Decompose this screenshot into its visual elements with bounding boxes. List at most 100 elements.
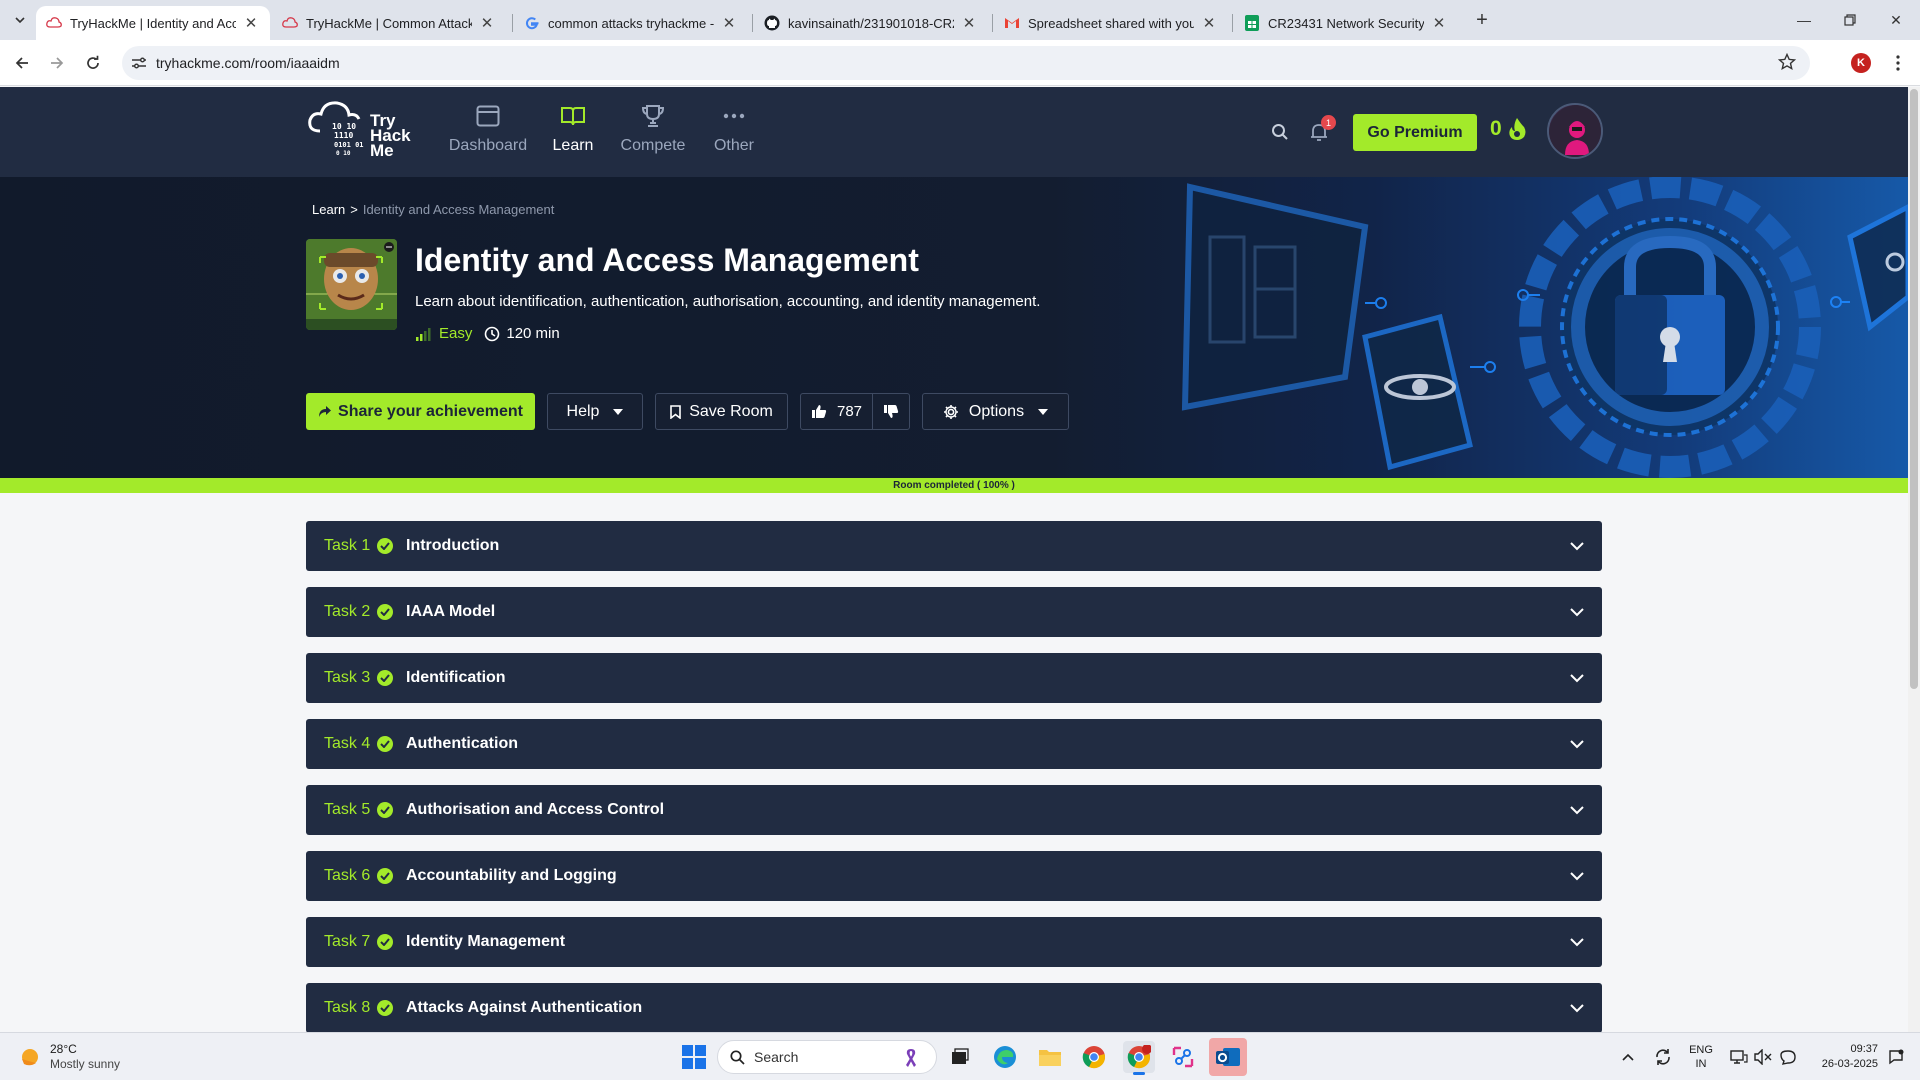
restore-icon[interactable] <box>1838 8 1862 32</box>
share-achievement-button[interactable]: Share your achievement <box>306 393 535 430</box>
browser-tab-5[interactable]: Spreadsheet shared with you: " ✕ <box>994 6 1228 40</box>
tryhackme-icon <box>46 15 62 31</box>
sheets-icon <box>1244 15 1260 31</box>
chevron-down-icon[interactable] <box>1568 735 1586 753</box>
browser-tab-4[interactable]: kavinsainath/231901018-CR234 ✕ <box>754 6 988 40</box>
upvote-button[interactable]: 787 <box>801 394 873 429</box>
edge-browser-icon[interactable] <box>989 1041 1021 1073</box>
nav-label: Learn <box>552 137 594 154</box>
close-window-icon[interactable]: ✕ <box>1884 8 1908 32</box>
tryhackme-icon <box>282 15 298 31</box>
go-premium-button[interactable]: Go Premium <box>1353 114 1477 151</box>
url-text: tryhackme.com/room/iaaaidm <box>156 55 340 71</box>
chrome-icon[interactable] <box>1078 1041 1110 1073</box>
chevron-down-icon[interactable] <box>1568 999 1586 1017</box>
task-row[interactable]: Task 7 Identity Management <box>306 917 1602 967</box>
battery-icon[interactable] <box>1777 1033 1799 1080</box>
windows-start-icon[interactable] <box>682 1045 706 1069</box>
search-icon[interactable] <box>1265 117 1295 147</box>
trophy-icon <box>608 101 698 131</box>
system-clock[interactable]: 09:37 26-03-2025 <box>1808 1042 1878 1072</box>
weather-condition: Mostly sunny <box>50 1057 121 1071</box>
nav-other[interactable]: Other <box>689 101 779 155</box>
breadcrumb-learn-link[interactable]: Learn <box>312 202 345 217</box>
nav-dashboard[interactable]: Dashboard <box>443 101 533 155</box>
svg-text:0 10: 0 10 <box>336 150 351 157</box>
nav-learn[interactable]: Learn <box>528 101 618 155</box>
windows-taskbar: 28°C Mostly sunny Search ENG IN 09:37 26… <box>0 1032 1920 1080</box>
site-info-icon[interactable] <box>122 56 156 70</box>
task-row[interactable]: Task 6 Accountability and Logging <box>306 851 1602 901</box>
outlook-icon[interactable] <box>1209 1038 1247 1076</box>
profile-avatar[interactable]: K <box>1851 53 1871 73</box>
language-indicator[interactable]: ENG IN <box>1684 1033 1718 1080</box>
browser-tab-1[interactable]: TryHackMe | Identity and Acces ✕ <box>36 6 270 40</box>
close-tab-icon[interactable]: ✕ <box>960 14 978 32</box>
task-row[interactable]: Task 1 Introduction <box>306 521 1602 571</box>
options-dropdown-button[interactable]: Options <box>922 393 1069 430</box>
chevron-down-icon[interactable] <box>1568 603 1586 621</box>
browser-menu-icon[interactable] <box>1888 52 1908 74</box>
nav-compete[interactable]: Compete <box>608 101 698 155</box>
forward-icon[interactable] <box>44 50 70 76</box>
check-circle-icon <box>377 538 393 554</box>
task-row[interactable]: Task 5 Authorisation and Access Control <box>306 785 1602 835</box>
browser-tab-2[interactable]: TryHackMe | Common Attacks ✕ <box>272 6 506 40</box>
cloud-logo-icon: 10 10 1110 0101 01 0 10 <box>308 101 364 157</box>
chevron-down-icon[interactable] <box>1568 669 1586 687</box>
tray-overflow-icon[interactable] <box>1618 1033 1638 1080</box>
tab-title: CR23431 Network Security - Lal <box>1268 15 1424 31</box>
tab-search-button[interactable] <box>8 8 32 32</box>
progress-label: Room completed ( 100% ) <box>893 480 1015 491</box>
file-explorer-icon[interactable] <box>1034 1041 1066 1073</box>
taskbar-search[interactable]: Search <box>717 1040 937 1074</box>
chevron-down-icon[interactable] <box>1568 537 1586 555</box>
close-tab-icon[interactable]: ✕ <box>1200 14 1218 32</box>
streak-counter[interactable]: 0 <box>1490 117 1528 141</box>
downvote-button[interactable] <box>873 394 909 429</box>
help-dropdown-button[interactable]: Help <box>547 393 643 430</box>
browser-tab-6[interactable]: CR23431 Network Security - Lal ✕ <box>1234 6 1458 40</box>
network-icon[interactable] <box>1728 1033 1750 1080</box>
bookmark-star-icon[interactable] <box>1777 52 1797 76</box>
chevron-down-icon[interactable] <box>1568 933 1586 951</box>
close-tab-icon[interactable]: ✕ <box>478 14 496 32</box>
address-bar[interactable]: tryhackme.com/room/iaaaidm <box>122 46 1810 80</box>
notification-center-icon[interactable] <box>1886 1033 1906 1080</box>
chevron-down-icon[interactable] <box>1568 867 1586 885</box>
close-tab-icon[interactable]: ✕ <box>1430 14 1448 32</box>
task-row[interactable]: Task 2 IAAA Model <box>306 587 1602 637</box>
close-tab-icon[interactable]: ✕ <box>720 14 738 32</box>
task-row[interactable]: Task 3 Identification <box>306 653 1602 703</box>
notifications-bell-icon[interactable]: 1 <box>1304 115 1336 147</box>
clock-icon <box>485 326 500 341</box>
tryhackme-logo[interactable]: 10 10 1110 0101 01 0 10 Try Hack Me <box>306 97 426 167</box>
volume-muted-icon[interactable] <box>1752 1033 1774 1080</box>
save-room-button[interactable]: Save Room <box>655 393 788 430</box>
snipping-tool-icon[interactable] <box>1167 1041 1199 1073</box>
user-avatar[interactable] <box>1547 103 1603 159</box>
reload-icon[interactable] <box>80 50 106 76</box>
close-tab-icon[interactable]: ✕ <box>242 14 260 32</box>
chrome-profile-icon[interactable] <box>1123 1041 1155 1075</box>
browser-tab-3[interactable]: common attacks tryhackme - G ✕ <box>514 6 748 40</box>
minimize-icon[interactable]: — <box>1792 8 1816 32</box>
nav-label: Other <box>713 137 754 154</box>
check-circle-icon <box>377 736 393 752</box>
task-row[interactable]: Task 8 Attacks Against Authentication <box>306 983 1602 1032</box>
tab-separator <box>1232 14 1233 32</box>
sync-icon[interactable] <box>1651 1033 1675 1080</box>
task-row[interactable]: Task 4 Authentication <box>306 719 1602 769</box>
chevron-down-icon[interactable] <box>1568 801 1586 819</box>
active-app-indicator <box>1133 1072 1145 1075</box>
weather-widget[interactable]: 28°C Mostly sunny <box>18 1042 120 1072</box>
tab-title: TryHackMe | Identity and Acces <box>70 15 236 31</box>
page-scrollbar[interactable] <box>1908 87 1920 1032</box>
scrollbar-thumb[interactable] <box>1910 89 1918 689</box>
svg-text:1110: 1110 <box>334 131 353 140</box>
task-number: Task 3 <box>324 669 371 686</box>
back-icon[interactable] <box>9 50 35 76</box>
task-view-icon[interactable] <box>944 1041 976 1073</box>
room-progress-bar: Room completed ( 100% ) <box>0 478 1908 493</box>
new-tab-icon[interactable]: + <box>1470 8 1494 32</box>
